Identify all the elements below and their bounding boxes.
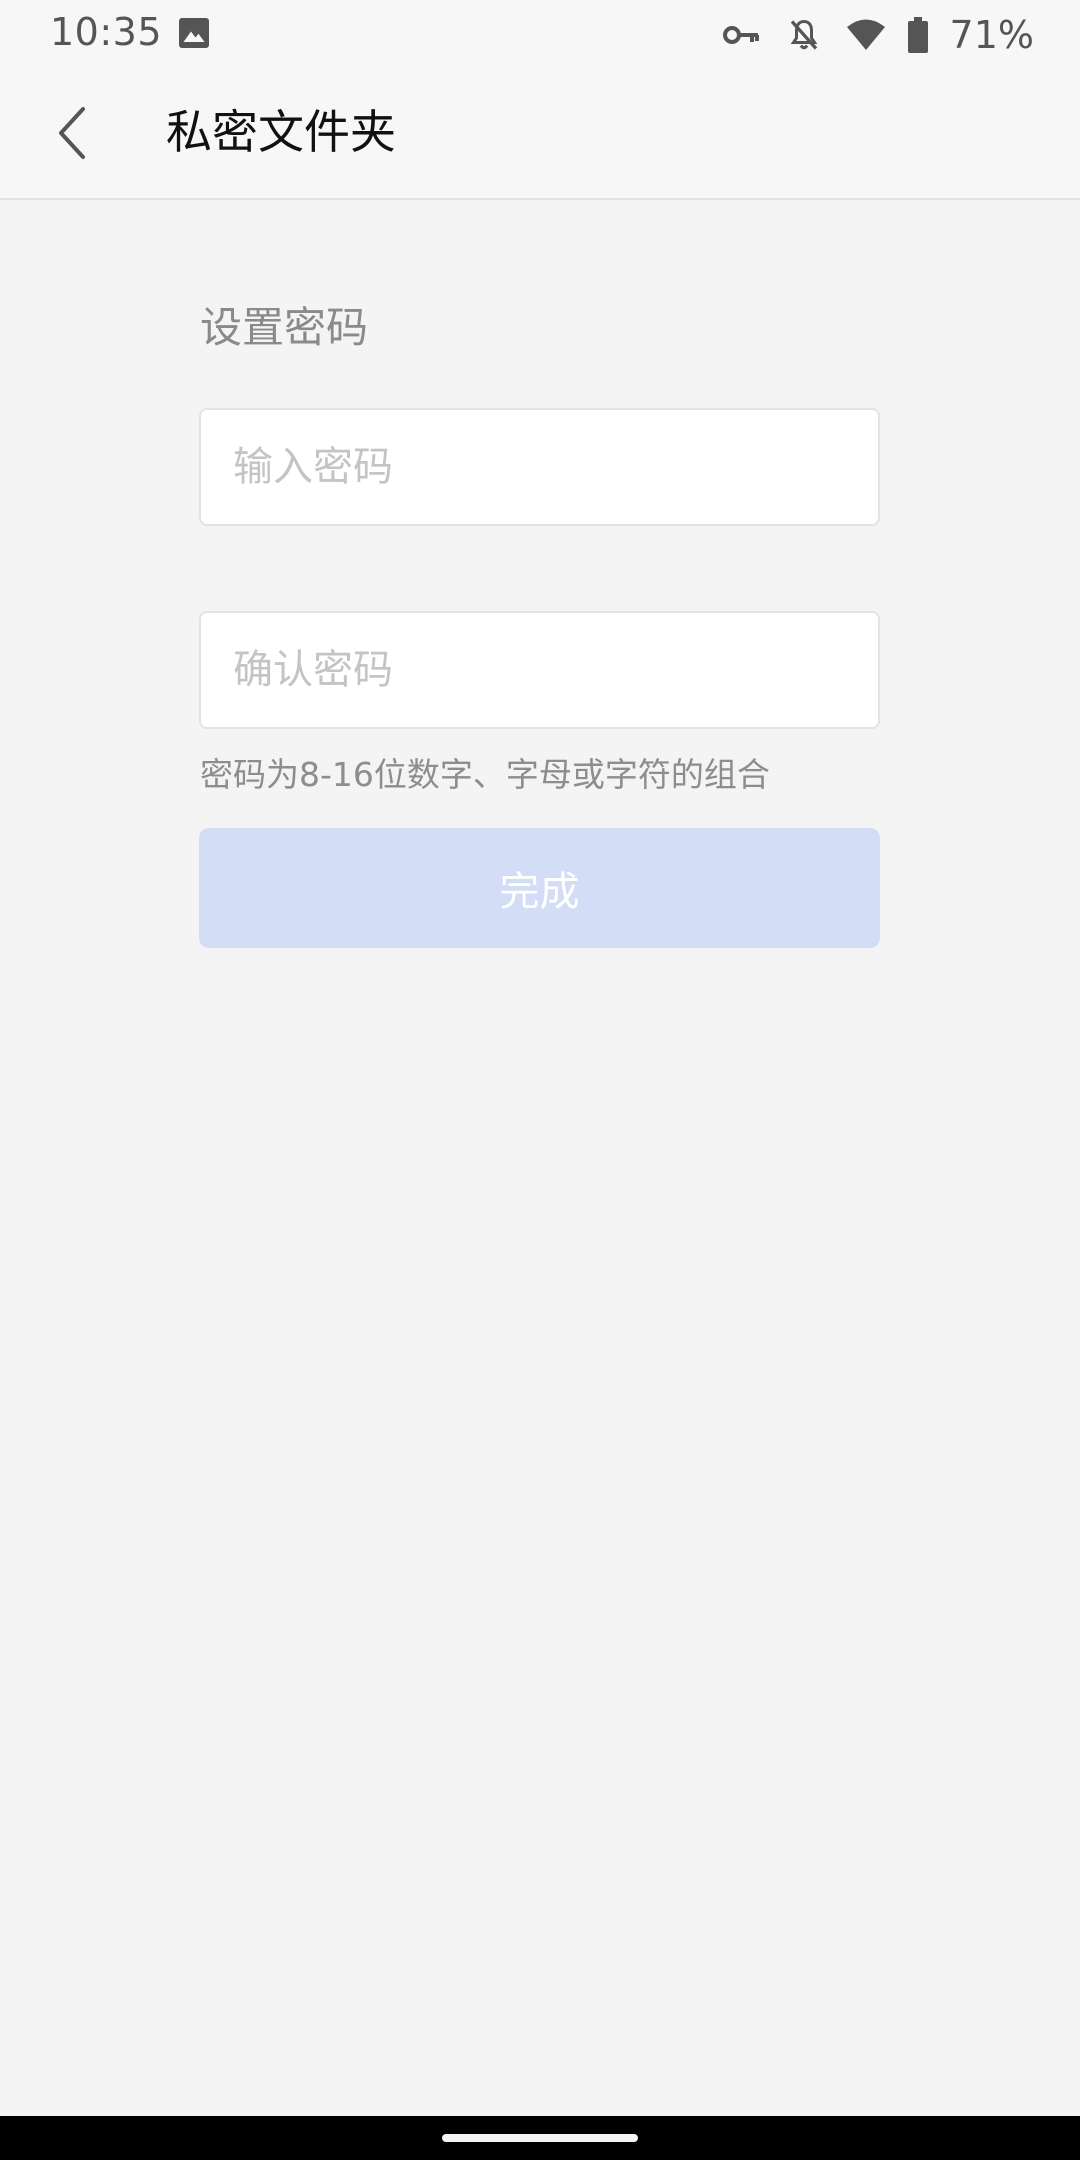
image-icon [176, 15, 212, 51]
screen: 10:35 71% 私密文件夹 设置密码 密码为8-16位数字、字母或字符的组合… [0, 0, 1080, 2160]
password-input[interactable] [199, 408, 880, 526]
back-button[interactable] [38, 98, 108, 168]
app-bar: 私密文件夹 [0, 70, 1080, 200]
status-time: 10:35 [50, 10, 163, 54]
section-title: 设置密码 [200, 303, 369, 352]
status-icons: 71% [720, 10, 1034, 60]
page-title: 私密文件夹 [166, 105, 396, 159]
bell-off-icon [782, 15, 826, 55]
battery-icon [906, 15, 930, 55]
chevron-left-icon [59, 107, 85, 159]
key-icon [720, 15, 764, 55]
password-hint: 密码为8-16位数字、字母或字符的组合 [200, 755, 770, 794]
navigation-bar [0, 2116, 1080, 2160]
wifi-icon [844, 15, 888, 55]
home-gesture-handle[interactable] [442, 2134, 638, 2142]
confirm-password-input[interactable] [199, 611, 880, 729]
status-bar: 10:35 71% [0, 0, 1080, 70]
battery-level: 71% [949, 13, 1034, 57]
done-button[interactable]: 完成 [199, 828, 880, 948]
